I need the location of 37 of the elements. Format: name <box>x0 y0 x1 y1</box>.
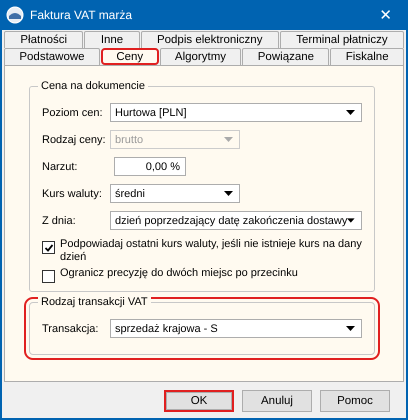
field-label: Narzut: <box>42 160 78 172</box>
group-title: Cena na dokumencie <box>38 80 148 92</box>
group-title: Rodzaj transakcji VAT <box>38 296 151 308</box>
dropdown[interactable]: sprzedaż krajowa - S <box>110 319 362 338</box>
tab[interactable]: Fiskalne <box>330 48 404 65</box>
field-label: Kurs waluty: <box>42 188 103 200</box>
app-icon <box>6 6 24 24</box>
field-label: Z dnia: <box>42 214 77 226</box>
tab[interactable]: Ceny <box>100 48 159 65</box>
dialog-button[interactable]: Pomoc <box>320 390 390 412</box>
tab[interactable]: Podstawowe <box>4 48 100 65</box>
field-label: Poziom cen: <box>42 106 104 118</box>
tab[interactable]: Inne <box>84 31 140 48</box>
dialog-button[interactable]: OK <box>164 390 234 412</box>
dialog-button[interactable]: Anuluj <box>242 390 312 412</box>
dropdown[interactable]: dzień poprzedzający datę zakończenia dostawy <box>110 211 362 230</box>
checkbox-label: Ogranicz precyzję do dwóch miejsc po przecinku <box>60 267 298 280</box>
caret-icon <box>347 218 355 223</box>
checkbox[interactable] <box>42 241 55 254</box>
caret-icon <box>224 137 233 142</box>
input-field[interactable]: 0,00 % <box>114 157 186 176</box>
checkbox-label: Podpowiadaj ostatni kurs waluty, jeśli nie istnieje kurs na dany dzień <box>60 238 363 264</box>
tab[interactable]: Podpis elektroniczny <box>140 31 279 48</box>
caret-icon <box>346 326 355 331</box>
tab[interactable]: Płatności <box>4 31 84 48</box>
tab[interactable]: Terminal płatniczy <box>280 31 404 48</box>
close-button[interactable]: ✕ <box>369 6 402 24</box>
dropdown[interactable]: Hurtowa [PLN] <box>110 103 362 122</box>
tab[interactable]: Powiązane <box>242 48 330 65</box>
caret-icon <box>346 110 355 115</box>
field-label: Transakcja: <box>42 322 100 334</box>
tab[interactable]: Algorytmy <box>160 48 242 65</box>
caret-icon <box>224 191 233 196</box>
dropdown[interactable]: średni <box>110 184 240 203</box>
window-title: Faktura VAT marża <box>30 8 134 22</box>
field-label: Rodzaj ceny: <box>42 134 107 146</box>
checkbox[interactable] <box>42 270 55 283</box>
